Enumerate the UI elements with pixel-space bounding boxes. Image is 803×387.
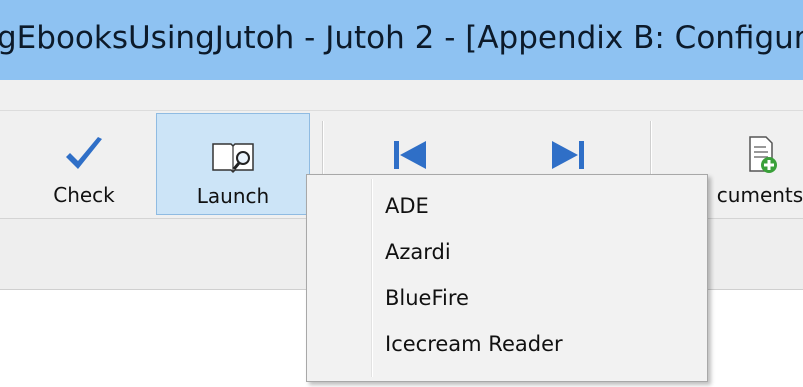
skip-next-icon <box>552 141 584 169</box>
menu-item-icecream-reader[interactable]: Icecream Reader <box>309 323 705 367</box>
menu-item-bluefire[interactable]: BlueFire <box>309 277 705 321</box>
checkmark-icon <box>66 137 102 169</box>
menu-item-ade[interactable]: ADE <box>309 185 705 229</box>
menu-item-azardi[interactable]: Azardi <box>309 231 705 275</box>
check-button[interactable]: Check <box>28 113 140 215</box>
menu-item-label: Azardi <box>385 240 451 264</box>
book-magnifier-icon <box>212 143 254 174</box>
launch-button[interactable]: Launch <box>156 113 310 215</box>
launch-dropdown-menu: ADE Azardi BlueFire Icecream Reader <box>306 174 708 382</box>
window-title-bar[interactable]: gEbooksUsingJutoh - Jutoh 2 - [Appendix … <box>0 0 803 80</box>
check-button-label: Check <box>53 183 115 207</box>
menu-item-label: BlueFire <box>385 286 469 310</box>
menu-bar <box>0 80 803 110</box>
skip-previous-icon <box>394 141 426 169</box>
menu-item-label: ADE <box>385 194 429 218</box>
launch-button-label: Launch <box>196 184 270 208</box>
menu-item-label: Icecream Reader <box>385 332 563 356</box>
window-title: gEbooksUsingJutoh - Jutoh 2 - [Appendix … <box>0 20 803 56</box>
add-document-icon <box>749 136 777 173</box>
